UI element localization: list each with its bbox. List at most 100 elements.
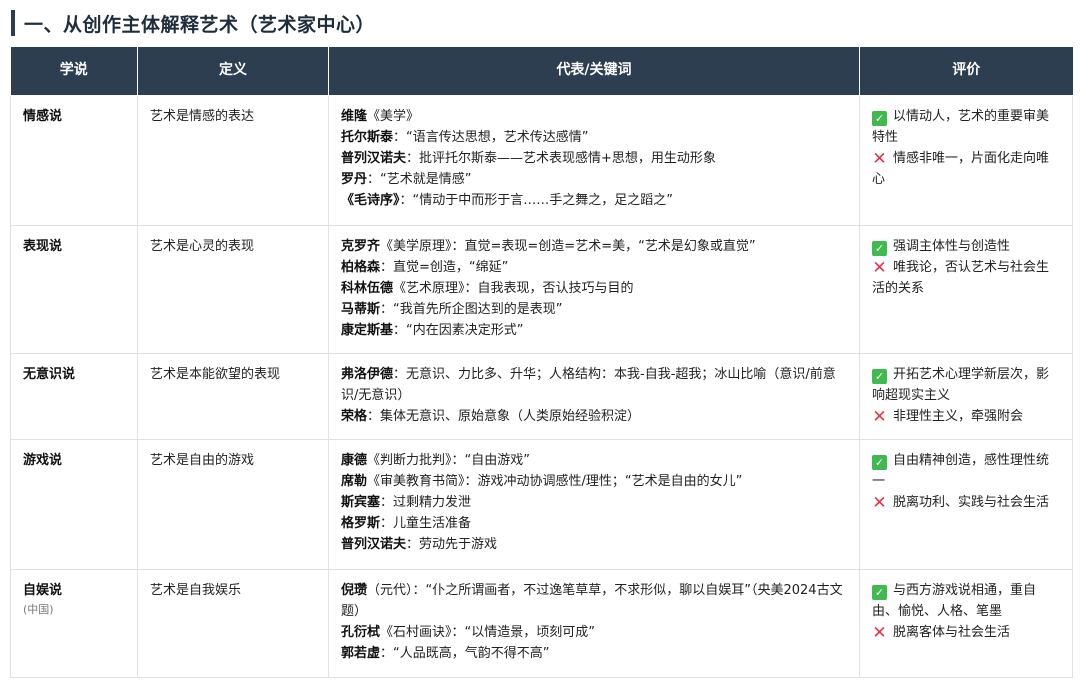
- representative-name: 荣格: [341, 408, 368, 424]
- representative-name: 托尔斯泰: [341, 129, 394, 145]
- evaluation-con: ✕ 唯我论，否认艺术与社会生活的关系: [872, 257, 1060, 299]
- cross-icon: ✕: [872, 148, 887, 169]
- representative-name: 郭若虚: [341, 645, 381, 661]
- evaluation-cell: ✓ 自由精神创造，感性理性统一 ✕ 脱离功利、实践与社会生活: [859, 438, 1073, 570]
- evaluation-con-text: 情感非唯一，片面化走向唯心: [872, 150, 1050, 187]
- representative-entry: 《毛诗序》：“情动于中而形于言……手之舞之，足之蹈之”: [341, 190, 847, 211]
- representative-keywords: ：集体无意识、原始意象（人类原始经验积淀）: [367, 408, 641, 424]
- check-icon: ✓: [872, 584, 887, 600]
- representative-entry: 托尔斯泰：“语言传达思想，艺术传达感情”: [341, 127, 847, 148]
- representative-entry: 克罗齐《美学原理》：直觉=表现=创造=艺术=美，“艺术是幻象或直觉”: [341, 236, 847, 257]
- column-header-evaluation: 评价: [859, 47, 1073, 96]
- representative-keywords: ：劳动先于游戏: [406, 536, 498, 552]
- representative-keywords: ：“内在因素决定形式”: [393, 322, 524, 338]
- representative-entry: 倪瓒（元代）：“仆之所谓画者，不过逸笔草草，不求形似，聊以自娱耳”（央美2024…: [341, 580, 847, 622]
- cross-icon: ✕: [872, 406, 887, 427]
- representative-keywords: （元代）：“仆之所谓画者，不过逸笔草草，不求形似，聊以自娱耳”（央美2024古文…: [341, 582, 843, 619]
- representative-entry: 席勒《审美教育书简》：游戏冲动协调感性/理性；“艺术是自由的女儿”: [341, 471, 847, 492]
- representative-name: 康定斯基: [341, 322, 394, 338]
- column-header-definition: 定义: [137, 47, 329, 96]
- representative-name: 克罗齐: [341, 238, 381, 254]
- representative-entry: 郭若虚：“人品既高，气韵不得不高”: [341, 643, 847, 664]
- representative-keywords: 《审美教育书简》：游戏冲动协调感性/理性；“艺术是自由的女儿”: [367, 473, 743, 489]
- check-icon: ✓: [872, 110, 887, 126]
- evaluation-cell: ✓ 开拓艺术心理学新层次，影响超现实主义 ✕ 非理性主义，牵强附会: [859, 352, 1073, 440]
- representative-entry: 弗洛伊德：无意识、力比多、升华；人格结构：本我-自我-超我；冰山比喻（意识/前意…: [341, 364, 847, 406]
- definition-cell: 艺术是情感的表达: [137, 94, 329, 226]
- check-icon: ✓: [872, 240, 887, 256]
- theory-name: 游戏说: [23, 452, 63, 468]
- representatives-cell: 倪瓒（元代）：“仆之所谓画者，不过逸笔草草，不求形似，聊以自娱耳”（央美2024…: [328, 568, 860, 678]
- evaluation-cell: ✓ 与西方游戏说相通，重自由、愉悦、人格、笔墨 ✕ 脱离客体与社会生活: [859, 568, 1073, 678]
- representative-entry: 科林伍德《艺术原理》：自我表现，否认技巧与目的: [341, 278, 847, 299]
- representative-keywords: 《判断力批判》：“自由游戏”: [367, 452, 530, 468]
- theory-origin-note: (中国): [23, 602, 54, 616]
- cross-icon: ✕: [872, 492, 887, 513]
- representative-name: 格罗斯: [341, 515, 381, 531]
- representative-name: 普列汉诺夫: [341, 150, 407, 166]
- evaluation-pro-text: 强调主体性与创造性: [893, 238, 1011, 254]
- evaluation-con-text: 唯我论，否认艺术与社会生活的关系: [872, 259, 1050, 296]
- representative-keywords: 《石村画诀》：“以情造景，顷刻可成”: [380, 624, 595, 640]
- representative-name: 科林伍德: [341, 280, 394, 296]
- check-icon: ✓: [872, 368, 887, 384]
- theory-name-cell: 游戏说: [10, 438, 138, 570]
- representative-keywords: ：“人品既高，气韵不得不高”: [380, 645, 550, 661]
- evaluation-con-text: 脱离客体与社会生活: [893, 624, 1011, 640]
- theory-name: 情感说: [23, 108, 63, 124]
- representative-keywords: ：“我首先所企图达到的是表现”: [380, 301, 563, 317]
- representative-keywords: ：直觉=创造，“绵延”: [380, 259, 509, 275]
- column-header-representatives: 代表/关键词: [328, 47, 860, 96]
- representative-name: 普列汉诺夫: [341, 536, 407, 552]
- page-title: 一、从创作主体解释艺术（艺术家中心）: [24, 13, 376, 36]
- representative-entry: 康定斯基：“内在因素决定形式”: [341, 320, 847, 341]
- definition-cell: 艺术是心灵的表现: [137, 224, 329, 354]
- definition-cell: 艺术是自我娱乐: [137, 568, 329, 678]
- table-row: 自娱说 (中国) 艺术是自我娱乐 倪瓒（元代）：“仆之所谓画者，不过逸笔草草，不求形似…: [10, 568, 1073, 678]
- representative-name: 马蒂斯: [341, 301, 381, 317]
- representative-name: 斯宾塞: [341, 494, 381, 510]
- representative-entry: 荣格：集体无意识、原始意象（人类原始经验积淀）: [341, 406, 847, 427]
- representative-name: 弗洛伊德: [341, 366, 394, 382]
- evaluation-pro-text: 开拓艺术心理学新层次，影响超现实主义: [872, 366, 1050, 403]
- cross-icon: ✕: [872, 257, 887, 278]
- table-row: 情感说 艺术是情感的表达 维隆《美学》 托尔斯泰：“语言传达思想，艺术传达感情” 普列汉…: [10, 94, 1073, 226]
- evaluation-pro: ✓ 以情动人，艺术的重要审美特性: [872, 106, 1060, 148]
- representative-entry: 维隆《美学》: [341, 106, 847, 127]
- cross-icon: ✕: [872, 622, 887, 643]
- theory-name: 表现说: [23, 238, 63, 254]
- theory-name-cell: 无意识说: [10, 352, 138, 440]
- evaluation-con: ✕ 情感非唯一，片面化走向唯心: [872, 148, 1060, 190]
- representative-entry: 罗丹：“艺术就是情感”: [341, 169, 847, 190]
- representatives-cell: 克罗齐《美学原理》：直觉=表现=创造=艺术=美，“艺术是幻象或直觉” 柏格森：直觉…: [328, 224, 860, 354]
- check-icon: ✓: [872, 454, 887, 470]
- theory-name-cell: 情感说: [10, 94, 138, 226]
- evaluation-cell: ✓ 以情动人，艺术的重要审美特性 ✕ 情感非唯一，片面化走向唯心: [859, 94, 1073, 226]
- representative-name: 康德: [341, 452, 368, 468]
- representative-keywords: 《艺术原理》：自我表现，否认技巧与目的: [393, 280, 634, 296]
- representative-entry: 斯宾塞：过剩精力发泄: [341, 492, 847, 513]
- table-row: 表现说 艺术是心灵的表现 克罗齐《美学原理》：直觉=表现=创造=艺术=美，“艺术是幻…: [10, 224, 1073, 354]
- representatives-cell: 弗洛伊德：无意识、力比多、升华；人格结构：本我-自我-超我；冰山比喻（意识/前意…: [328, 352, 860, 440]
- representative-keywords: ：儿童生活准备: [380, 515, 472, 531]
- table-row: 游戏说 艺术是自由的游戏 康德《判断力批判》：“自由游戏” 席勒《审美教育书简》：游戏…: [10, 438, 1073, 570]
- representative-keywords: ：“语言传达思想，艺术传达感情”: [393, 129, 589, 145]
- evaluation-con: ✕ 脱离客体与社会生活: [872, 622, 1060, 643]
- representative-name: 维隆: [341, 108, 368, 124]
- theory-name: 自娱说: [23, 582, 63, 598]
- evaluation-con-text: 非理性主义，牵强附会: [893, 408, 1024, 424]
- table-header-row: 学说 定义 代表/关键词 评价: [10, 47, 1073, 96]
- column-header-theory: 学说: [10, 47, 138, 96]
- representative-name: 倪瓒: [341, 582, 368, 598]
- definition-cell: 艺术是自由的游戏: [137, 438, 329, 570]
- representative-name: 《毛诗序》: [341, 192, 400, 208]
- representative-keywords: ：“情动于中而形于言……手之舞之，足之蹈之”: [399, 192, 673, 208]
- representative-name: 席勒: [341, 473, 368, 489]
- representative-entry: 马蒂斯：“我首先所企图达到的是表现”: [341, 299, 847, 320]
- representative-keywords: ：批评托尔斯泰——艺术表现感情+思想，用生动形象: [406, 150, 716, 166]
- representative-keywords: 《美学》: [367, 108, 420, 124]
- table-row: 无意识说 艺术是本能欲望的表现 弗洛伊德：无意识、力比多、升华；人格结构：本我-自我…: [10, 352, 1073, 440]
- theory-name-cell: 表现说: [10, 224, 138, 354]
- evaluation-pro-text: 自由精神创造，感性理性统一: [872, 452, 1050, 489]
- representative-entry: 格罗斯：儿童生活准备: [341, 513, 847, 534]
